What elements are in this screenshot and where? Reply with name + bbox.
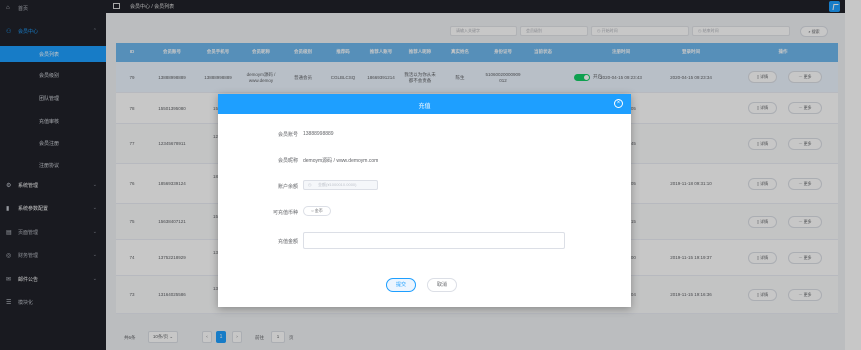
close-icon[interactable]: × xyxy=(614,99,623,108)
balance-field: ◷ 金额(¥1000010.0000) xyxy=(303,180,378,190)
recharge-dialog: 充值 × 会员账号 13888998889 会员昵称 demoym源码 / ww… xyxy=(218,94,631,307)
submit-button[interactable]: 提交 xyxy=(386,278,416,292)
currency-type-label: 可充值币种 xyxy=(272,210,298,216)
currency-type-option[interactable]: ○ 金币 xyxy=(303,206,331,216)
app-root: ⌂ 首页 ⚇ 会员中心 ⌃ 会员列表 会员级别 团队管理 充值审核 会员注册 注… xyxy=(0,0,861,350)
cancel-button[interactable]: 取消 xyxy=(427,278,457,292)
account-value: 13888998889 xyxy=(303,131,334,137)
dialog-title: 充值 xyxy=(418,104,431,110)
balance-label: 账户余额 xyxy=(277,184,298,190)
amount-input[interactable] xyxy=(303,232,565,249)
dialog-header: 充值 × xyxy=(218,94,631,114)
account-label: 会员账号 xyxy=(277,132,298,138)
currency-icon: ◷ xyxy=(308,182,312,187)
nick-label: 会员昵称 xyxy=(277,158,298,164)
nick-value: demoym源码 / www.demoym.com xyxy=(303,158,379,164)
amount-label: 充值金额 xyxy=(277,239,298,245)
